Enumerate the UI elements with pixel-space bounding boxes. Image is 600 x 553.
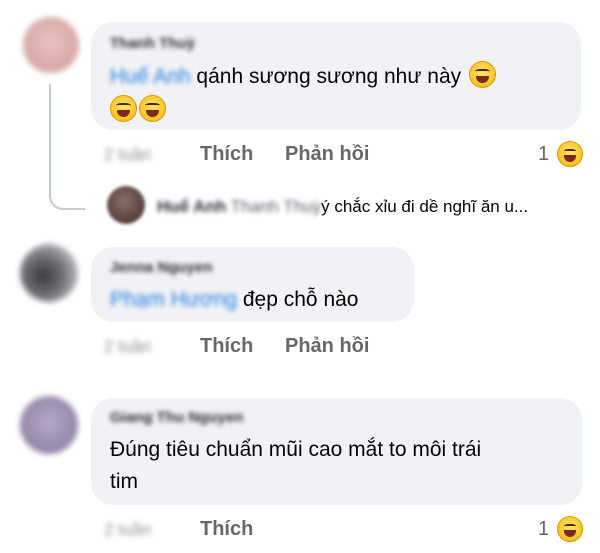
reply-button[interactable]: Phản hồi	[285, 335, 369, 358]
reply-preview[interactable]: Huế Anh Thanh Thuỳý chắc xỉu đi dề nghĩ …	[157, 197, 528, 217]
laughing-emoji-icon[interactable]	[557, 516, 583, 542]
like-button[interactable]: Thích	[200, 335, 253, 358]
mention-link[interactable]: Phạm Hương	[110, 288, 237, 311]
laughing-emoji-icon	[468, 61, 496, 88]
laughing-emoji-icon[interactable]	[557, 141, 583, 167]
comment-author[interactable]: Giang Thu Nguyen	[110, 409, 243, 426]
avatar[interactable]	[107, 186, 145, 224]
like-button[interactable]: Thích	[200, 143, 253, 166]
comment-text: Huế Anh qánh sương sương như này	[110, 60, 496, 94]
comment-text-line: Đúng tiêu chuẩn mũi cao mắt to môi trái	[110, 438, 482, 461]
reply-author[interactable]: Huế Anh	[157, 197, 226, 216]
reply-text: ý chắc xỉu đi dề nghĩ ăn u...	[321, 197, 529, 216]
thread-connector	[49, 84, 85, 210]
avatar[interactable]	[20, 396, 78, 454]
comment-body: đẹp chỗ nào	[237, 288, 359, 311]
mention-link[interactable]: Huế Anh	[110, 65, 191, 88]
like-button[interactable]: Thích	[200, 518, 253, 541]
avatar[interactable]	[23, 17, 79, 73]
comment-timestamp[interactable]: 2 tuần	[104, 145, 151, 165]
comment-author[interactable]: Jenna Nguyen	[110, 259, 213, 276]
comment-text: Phạm Hương đẹp chỗ nào	[110, 283, 358, 317]
laughing-emoji-icon	[139, 95, 166, 122]
comment-timestamp[interactable]: 2 tuần	[104, 337, 151, 357]
reaction-count[interactable]: 1	[538, 518, 549, 541]
comment-timestamp[interactable]: 2 tuần	[104, 520, 151, 540]
avatar[interactable]	[20, 244, 78, 302]
comment-body: qánh sương sương như này	[190, 65, 462, 88]
emoji-row	[108, 95, 166, 122]
reaction-count[interactable]: 1	[538, 143, 549, 166]
reply-button[interactable]: Phản hồi	[285, 143, 369, 166]
laughing-emoji-icon	[110, 95, 137, 122]
comment-text-line: tim	[110, 470, 138, 493]
reply-mention[interactable]: Thanh Thuỳ	[231, 197, 321, 216]
comment-author[interactable]: Thanh Thuỳ	[110, 35, 195, 52]
